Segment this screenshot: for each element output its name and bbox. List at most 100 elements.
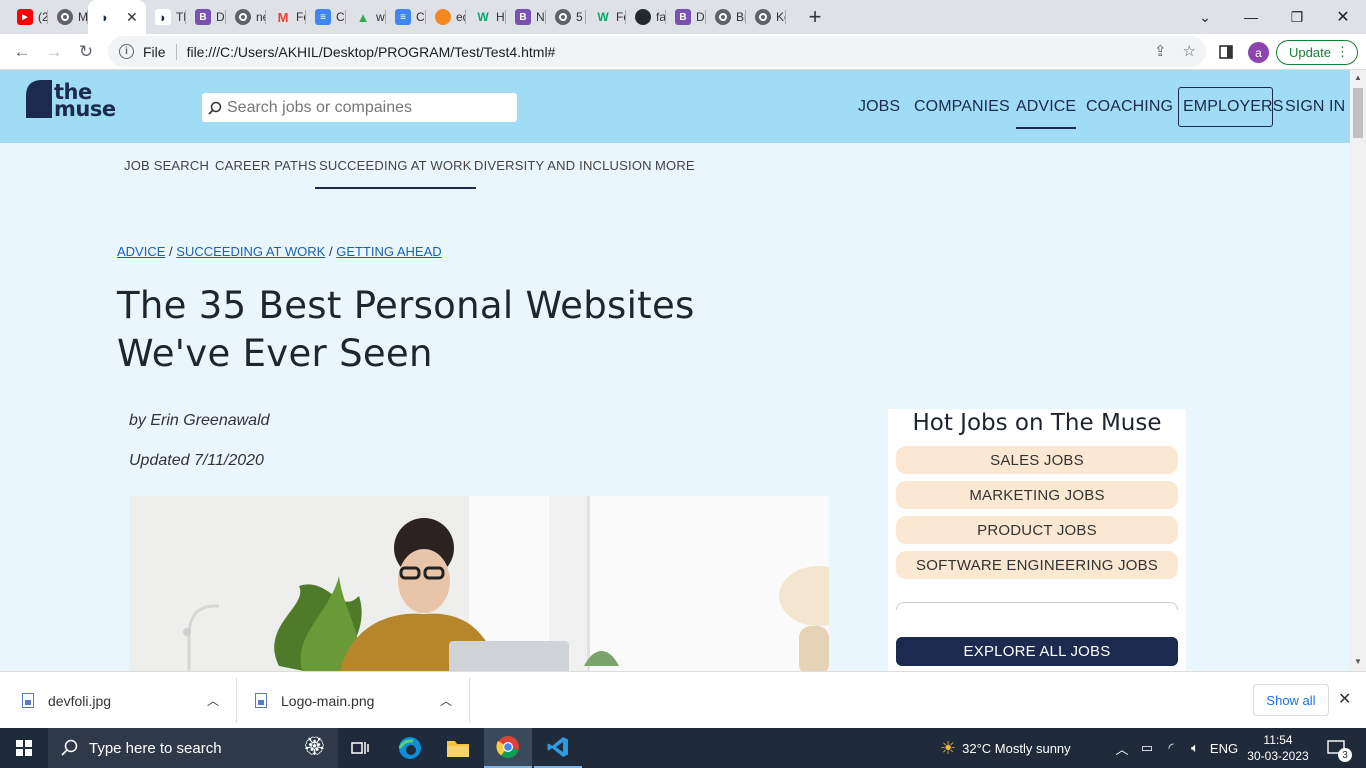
nav-jobs[interactable]: JOBS: [858, 70, 900, 143]
breadcrumb-separator: /: [169, 244, 173, 259]
back-button[interactable]: ←: [6, 36, 38, 68]
browser-tab[interactable]: fa-: [626, 0, 666, 34]
browser-tab[interactable]: ▶ (26: [8, 0, 48, 34]
job-category-product[interactable]: PRODUCT JOBS: [896, 516, 1178, 544]
url-text[interactable]: file:///C:/Users/AKHIL/Desktop/PROGRAM/T…: [187, 44, 556, 60]
side-panel-icon[interactable]: [1210, 36, 1242, 68]
scrollbar-thumb[interactable]: [1353, 88, 1363, 138]
download-filename: Logo-main.png: [281, 692, 375, 709]
github-icon: [635, 9, 651, 25]
download-item[interactable]: Logo-main.png: [255, 672, 374, 729]
browser-tab[interactable]: ▲ we: [346, 0, 386, 34]
edge-browser-icon[interactable]: [386, 728, 434, 768]
profile-avatar[interactable]: a: [1248, 42, 1269, 63]
browser-tab[interactable]: Bro: [706, 0, 746, 34]
browser-tab[interactable]: B Na: [506, 0, 546, 34]
bookmark-star-icon[interactable]: ☆: [1183, 42, 1196, 60]
explore-all-jobs-button[interactable]: EXPLORE ALL JOBS: [896, 637, 1178, 666]
hot-jobs-divider: [896, 602, 1178, 610]
tab-search-button[interactable]: ⌄: [1182, 0, 1228, 34]
more-menu-icon[interactable]: ⋮: [1336, 44, 1349, 60]
tab-title: fa-: [656, 10, 666, 24]
forward-button[interactable]: →: [38, 36, 70, 68]
nav-coaching[interactable]: COACHING: [1086, 70, 1173, 143]
close-download-shelf-icon[interactable]: ✕: [1338, 689, 1351, 709]
job-search-box[interactable]: [202, 93, 517, 122]
browser-tab[interactable]: 5: [546, 0, 586, 34]
job-search-input[interactable]: [227, 98, 507, 117]
globe-icon: [755, 9, 771, 25]
nav-advice[interactable]: ADVICE: [1016, 70, 1077, 143]
w3-icon: W: [597, 10, 609, 24]
show-all-downloads-button[interactable]: Show all: [1253, 684, 1329, 716]
browser-tab[interactable]: ◗ The: [146, 0, 186, 34]
scroll-up-arrow-icon[interactable]: ▲: [1354, 73, 1362, 82]
language-indicator[interactable]: ENG: [1208, 728, 1240, 768]
download-item[interactable]: devfoli.jpg: [22, 672, 111, 729]
browser-tab[interactable]: ◗ ✕: [88, 0, 146, 34]
restore-button[interactable]: ❐: [1274, 0, 1320, 34]
nav-employers[interactable]: EMPLOYERS: [1183, 70, 1284, 143]
nav-sign-in[interactable]: SIGN IN: [1285, 70, 1345, 143]
browser-tab[interactable]: ≡ Co: [386, 0, 426, 34]
notification-count-badge: 3: [1338, 748, 1352, 762]
browser-tab[interactable]: W For: [586, 0, 626, 34]
article-byline: by Erin Greenawald: [129, 412, 270, 429]
weather-widget[interactable]: ☀ 32°C Mostly sunny: [940, 728, 1100, 768]
browser-tab[interactable]: nev: [226, 0, 266, 34]
scroll-down-arrow-icon[interactable]: ▼: [1354, 657, 1362, 666]
subnav-career-paths[interactable]: CAREER PATHS: [215, 158, 317, 182]
browser-tab[interactable]: B Dev: [186, 0, 226, 34]
share-icon[interactable]: ⇪: [1154, 42, 1167, 60]
battery-icon[interactable]: ▭: [1136, 728, 1158, 768]
subnav-job-search[interactable]: JOB SEARCH: [124, 158, 209, 182]
page-scrollbar[interactable]: ▲ ▼: [1350, 70, 1366, 671]
nav-companies[interactable]: COMPANIES: [914, 70, 1010, 143]
clock[interactable]: 11:54 30-03-2023: [1244, 728, 1312, 768]
volume-icon[interactable]: 🔈︎: [1184, 728, 1206, 768]
muse-icon: ◗: [155, 9, 171, 25]
vscode-icon[interactable]: [534, 728, 582, 768]
new-tab-button[interactable]: +: [800, 4, 830, 30]
subnav-more[interactable]: MORE: [655, 158, 695, 182]
update-button[interactable]: Update ⋮: [1276, 40, 1358, 65]
close-window-button[interactable]: ✕: [1320, 0, 1366, 34]
minimize-button[interactable]: —: [1228, 0, 1274, 34]
breadcrumb-getting-ahead[interactable]: GETTING AHEAD: [336, 244, 441, 259]
browser-tab[interactable]: edc: [426, 0, 466, 34]
file-explorer-icon[interactable]: [434, 728, 482, 768]
browser-tab[interactable]: Mu: [48, 0, 88, 34]
chevron-up-icon[interactable]: ︿: [207, 692, 219, 709]
browser-tab[interactable]: M Fol: [266, 0, 306, 34]
chrome-browser-icon[interactable]: [484, 728, 532, 768]
job-category-sales[interactable]: SALES JOBS: [896, 446, 1178, 474]
subnav-succeeding-at-work[interactable]: SUCCEEDING AT WORK: [315, 158, 476, 189]
windows-start-icon[interactable]: [0, 728, 48, 768]
job-category-software-engineering[interactable]: SOFTWARE ENGINEERING JOBS: [896, 551, 1178, 579]
update-label: Update: [1289, 45, 1331, 60]
subnav-diversity-inclusion[interactable]: DIVERSITY AND INCLUSION: [474, 158, 652, 182]
breadcrumb-advice[interactable]: ADVICE: [117, 244, 165, 259]
browser-tab[interactable]: W Ho: [466, 0, 506, 34]
the-muse-logo[interactable]: the muse: [26, 78, 122, 120]
w3-icon: W: [477, 10, 489, 24]
browser-tab[interactable]: ≡ Co: [306, 0, 346, 34]
notifications-icon[interactable]: 3: [1320, 728, 1354, 768]
close-tab-icon[interactable]: ✕: [126, 9, 138, 26]
breadcrumb-succeeding-at-work[interactable]: SUCCEEDING AT WORK: [176, 244, 325, 259]
taskbar-search-box[interactable]: Type here to search 🏵: [48, 728, 338, 768]
wifi-icon[interactable]: ◜: [1160, 728, 1182, 768]
site-header: the muse JOBS COMPANIES ADVICE COACHING …: [0, 70, 1350, 143]
reload-button[interactable]: ↻: [70, 36, 102, 68]
chevron-up-icon[interactable]: ︿: [440, 692, 452, 709]
job-category-marketing[interactable]: MARKETING JOBS: [896, 481, 1178, 509]
site-info-icon[interactable]: i: [119, 44, 134, 59]
browser-tab[interactable]: Ker: [746, 0, 786, 34]
task-view-icon[interactable]: [336, 728, 384, 768]
tab-title: Co: [336, 10, 346, 24]
browser-tab[interactable]: B Dev: [666, 0, 706, 34]
address-bar[interactable]: i File file:///C:/Users/AKHIL/Desktop/PR…: [108, 36, 1206, 67]
chevron-up-icon[interactable]: ︿: [1112, 728, 1132, 768]
tab-title: Na: [536, 10, 546, 24]
weather-text: 32°C Mostly sunny: [962, 740, 1071, 756]
